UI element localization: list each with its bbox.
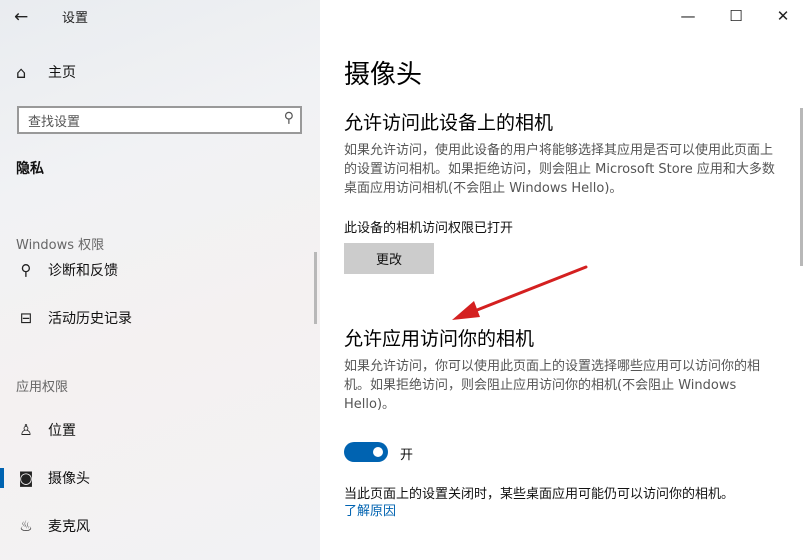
location-icon: ♙ bbox=[19, 421, 33, 439]
main-content: — ☐ ✕ 摄像头 允许访问此设备上的相机 如果允许访问，使用此设备的用户将能够… bbox=[320, 0, 805, 560]
sidebar-item-diagnostics[interactable]: ⚲ 诊断和反馈 bbox=[0, 252, 316, 288]
sidebar-item-label: 摄像头 bbox=[48, 471, 90, 487]
sidebar-item-label: 诊断和反馈 bbox=[48, 263, 118, 279]
search-icon[interactable]: ⚲ bbox=[284, 110, 294, 126]
home-icon: ⌂ bbox=[16, 62, 27, 82]
sidebar-item-activity-history[interactable]: ⊟ 活动历史记录 bbox=[0, 300, 316, 336]
sidebar-item-home[interactable]: ⌂ 主页 bbox=[16, 62, 76, 82]
change-button[interactable]: 更改 bbox=[344, 243, 434, 274]
content-scrollbar[interactable] bbox=[800, 108, 803, 266]
page-title: 摄像头 bbox=[344, 60, 423, 90]
back-arrow-icon[interactable]: ← bbox=[14, 6, 36, 28]
maximize-icon[interactable]: ☐ bbox=[724, 4, 748, 28]
selection-indicator bbox=[0, 468, 4, 488]
sidebar-scrollbar[interactable] bbox=[314, 252, 317, 324]
desktop-apps-note: 当此页面上的设置关闭时，某些桌面应用可能仍可以访问你的相机。 bbox=[344, 487, 735, 502]
sidebar-item-label: 主页 bbox=[48, 65, 76, 81]
learn-why-link[interactable]: 了解原因 bbox=[344, 500, 396, 519]
toggle-knob bbox=[373, 447, 383, 457]
search-placeholder: 查找设置 bbox=[28, 115, 81, 130]
timeline-icon: ⊟ bbox=[19, 309, 33, 327]
category-heading: 隐私 bbox=[16, 161, 44, 177]
microphone-icon: ♨ bbox=[19, 517, 33, 535]
minimize-icon[interactable]: — bbox=[676, 4, 700, 28]
app-title: 设置 bbox=[62, 11, 89, 26]
app-access-heading: 允许应用访问你的相机 bbox=[344, 328, 535, 350]
app-access-toggle[interactable] bbox=[344, 442, 388, 462]
diagnostics-icon: ⚲ bbox=[20, 261, 32, 279]
group-label-app-permissions: 应用权限 bbox=[16, 380, 69, 395]
toggle-state-label: 开 bbox=[400, 448, 414, 463]
device-access-heading: 允许访问此设备上的相机 bbox=[344, 112, 554, 134]
close-icon[interactable]: ✕ bbox=[771, 4, 795, 28]
sidebar-item-label: 位置 bbox=[48, 423, 76, 439]
sidebar-item-label: 活动历史记录 bbox=[48, 311, 132, 327]
group-label-windows-permissions: Windows 权限 bbox=[16, 238, 105, 253]
sidebar-item-label: 麦克风 bbox=[48, 519, 90, 535]
camera-icon: ◙ bbox=[18, 469, 34, 487]
search-input[interactable]: 查找设置 ⚲ bbox=[17, 106, 302, 134]
sidebar-item-microphone[interactable]: ♨ 麦克风 bbox=[0, 508, 316, 544]
device-access-status: 此设备的相机访问权限已打开 bbox=[344, 221, 514, 236]
sidebar-item-camera[interactable]: ◙ 摄像头 bbox=[0, 460, 316, 496]
device-access-description: 如果允许访问，使用此设备的用户将能够选择其应用是否可以使用此页面上的设置访问相机… bbox=[344, 143, 775, 196]
app-access-description: 如果允许访问，你可以使用此页面上的设置选择哪些应用可以访问你的相机。如果拒绝访问… bbox=[344, 359, 761, 412]
sidebar-item-location[interactable]: ♙ 位置 bbox=[0, 412, 316, 448]
sidebar: ← 设置 ⌂ 主页 查找设置 ⚲ 隐私 Windows 权限 ⚲ 诊断和反馈 ⊟… bbox=[0, 0, 320, 560]
